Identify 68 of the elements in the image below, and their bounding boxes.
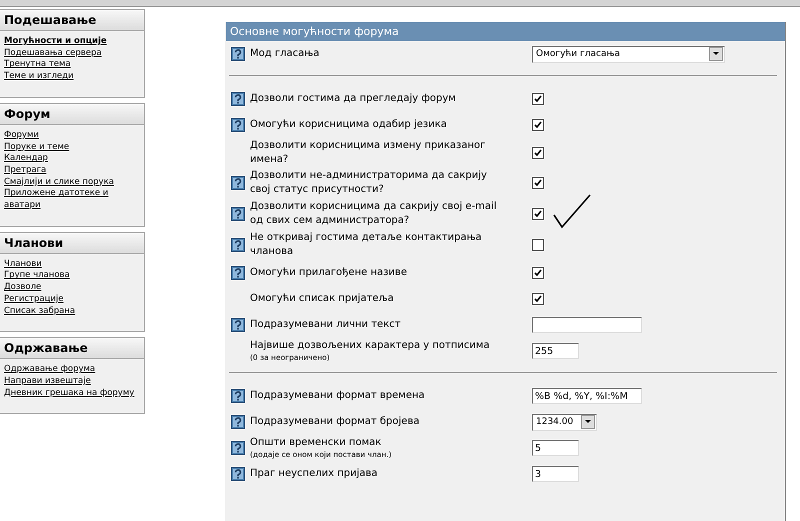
tick-mark-icon: [552, 193, 592, 229]
number-format-dropdown[interactable]: 1234.00: [532, 414, 597, 430]
help-icon[interactable]: [230, 238, 244, 252]
help-icon[interactable]: [230, 92, 244, 106]
setting-label: Подразумевани формат времена: [250, 389, 426, 403]
checkbox[interactable]: [532, 267, 544, 279]
help-icon[interactable]: [230, 389, 244, 403]
sidebar-link[interactable]: Форуми: [0, 130, 144, 142]
setting-label: Подразумевани лични текст: [250, 318, 402, 332]
panel-title: Основне могућности форума: [226, 22, 785, 41]
sidebar-section-title: Подешавање: [0, 10, 144, 31]
setting-label: Подразумевани формат бројева: [250, 415, 420, 429]
setting-label: Дозволи гостима да прегледају форум: [250, 92, 457, 106]
setting-label: Дозволити корисницима да сакрију свој e-mail од свих сем администратора?: [250, 200, 498, 228]
sidebar-link[interactable]: Одржавање форума: [0, 364, 144, 376]
sidebar-link[interactable]: Подешавања сервера: [0, 48, 144, 60]
sidebar-link[interactable]: Смајлији и слике порука: [0, 176, 144, 188]
setting-label: Не откривај гостима детаље контактирања чланова: [250, 231, 483, 259]
sidebar-link[interactable]: Дозволе: [0, 282, 144, 294]
sidebar-section-title: Одржавање: [0, 338, 144, 360]
sidebar-link[interactable]: Могућности и опције: [0, 36, 144, 48]
input-field[interactable]: 5: [532, 440, 579, 456]
sidebar-link[interactable]: Календар: [0, 153, 144, 165]
help-icon[interactable]: [230, 441, 244, 455]
sidebar-link[interactable]: Чланови: [0, 258, 144, 270]
voting-mode-dropdown[interactable]: Омогући гласања: [532, 46, 725, 62]
checkbox[interactable]: [532, 208, 544, 220]
checkbox[interactable]: [532, 119, 544, 131]
input-field[interactable]: [532, 317, 642, 333]
sidebar-link[interactable]: Списак забрана: [0, 306, 144, 318]
sidebar-link[interactable]: Регистрације: [0, 294, 144, 306]
help-icon[interactable]: [230, 47, 244, 61]
help-icon[interactable]: [230, 207, 244, 221]
sidebar-link[interactable]: Дневник грешака на форуму: [0, 388, 144, 400]
sidebar-link[interactable]: Тренутна тема: [0, 59, 144, 72]
setting-label: Омогући корисницима одабир језика: [250, 118, 448, 132]
sidebar-link[interactable]: Поруке и теме: [0, 142, 144, 154]
sidebar-link[interactable]: Направи извештаје: [0, 376, 144, 388]
help-icon[interactable]: [230, 318, 244, 332]
setting-label: Омогући прилагођене називе: [250, 266, 408, 280]
checkbox[interactable]: [532, 293, 544, 305]
setting-label: Дозволити не-администраторима да сакрију свој статус присутности?: [250, 169, 488, 197]
checkbox[interactable]: [532, 177, 544, 189]
help-icon[interactable]: [230, 266, 244, 280]
setting-label: Општи временски помак: [250, 436, 382, 450]
sidebar-section-title: Форум: [0, 104, 144, 125]
sidebar-link[interactable]: Приложене датотеке и аватари: [0, 188, 144, 212]
help-icon[interactable]: [230, 176, 244, 190]
checkbox[interactable]: [532, 239, 544, 251]
checkbox[interactable]: [532, 93, 544, 105]
sidebar-link[interactable]: Групе чланова: [0, 270, 144, 282]
setting-label: Највише дозвољених карактера у потписима: [250, 339, 491, 353]
setting-label: Праг неуспелих пријава: [250, 467, 379, 481]
input-field[interactable]: %B %d, %Y, %I:%M: [532, 388, 642, 404]
input-field[interactable]: 3: [532, 466, 579, 482]
help-icon[interactable]: [230, 118, 244, 132]
help-icon[interactable]: [230, 467, 244, 481]
sidebar-section-title: Чланови: [0, 232, 144, 254]
dropdown-caret-icon[interactable]: [581, 415, 595, 429]
help-icon[interactable]: [230, 415, 244, 429]
dropdown-caret-icon[interactable]: [709, 47, 723, 61]
setting-label: Дозволити корисницима измену приказаног имена?: [250, 139, 486, 167]
checkbox[interactable]: [532, 147, 544, 159]
sidebar-link[interactable]: Претрага: [0, 164, 144, 177]
setting-label: Омогући списак пријатеља: [250, 292, 395, 306]
input-field[interactable]: 255: [532, 343, 579, 359]
sidebar-link[interactable]: Теме и изгледи: [0, 71, 144, 83]
setting-label: Мод гласања: [250, 47, 320, 61]
